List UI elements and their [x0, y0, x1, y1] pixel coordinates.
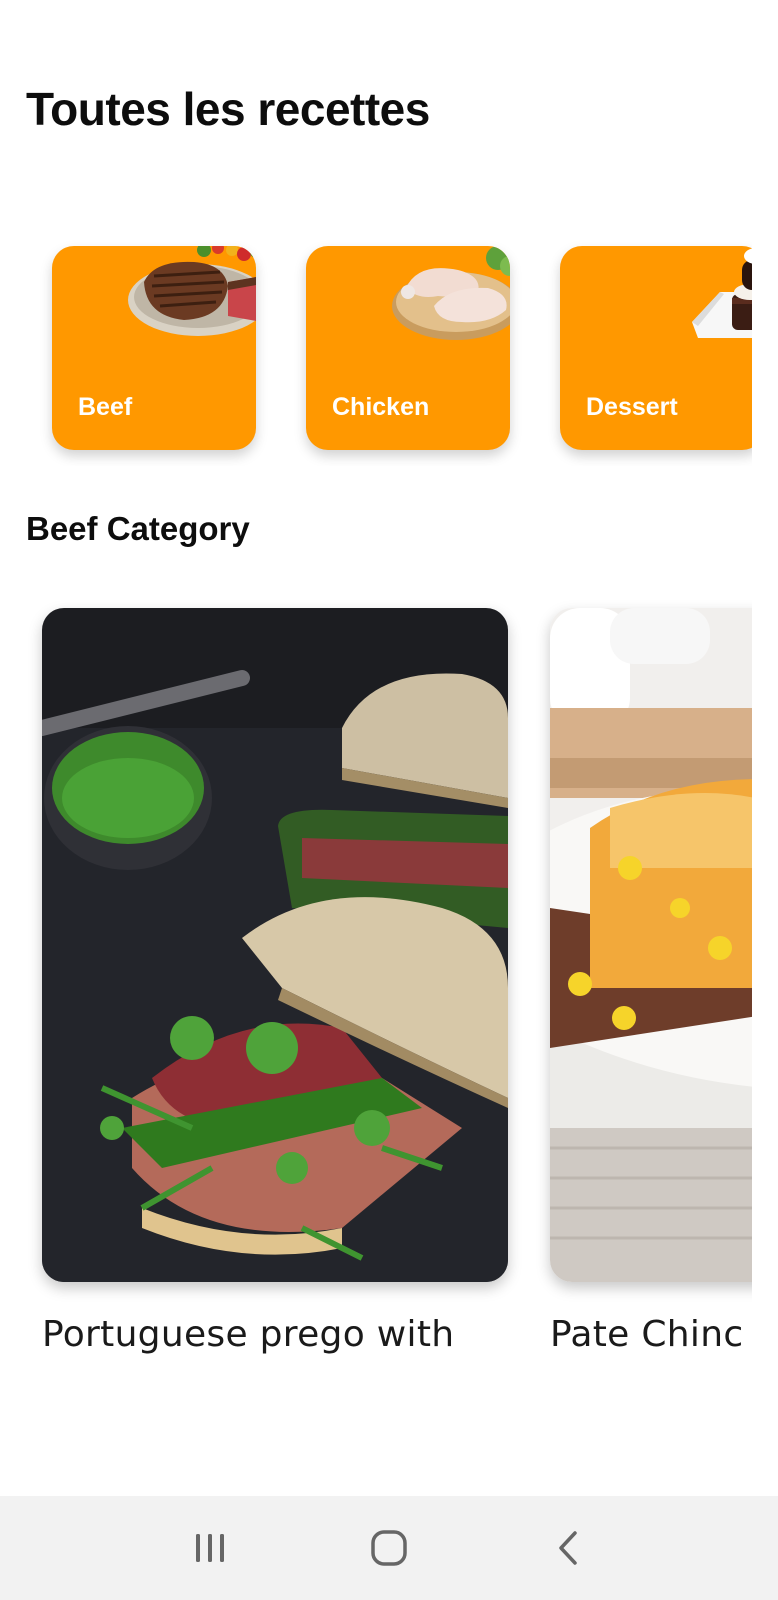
category-card-dessert[interactable]: Dessert — [560, 246, 752, 450]
recent-apps-icon — [195, 1534, 224, 1562]
recipe-title: Pate Chinc — [550, 1314, 744, 1355]
home-button[interactable] — [359, 1518, 419, 1578]
home-icon — [371, 1530, 407, 1566]
section-title: Beef Category — [26, 510, 250, 547]
recipe-title: Portuguese prego with — [42, 1314, 455, 1355]
recipe-carousel[interactable]: Portuguese prego with Pate Chinc — [0, 598, 752, 1358]
category-label: Dessert — [586, 393, 678, 421]
recipe-image-shepherds-pie — [550, 608, 752, 1282]
back-icon — [559, 1531, 578, 1565]
category-card-chicken[interactable]: Chicken — [306, 246, 510, 450]
category-label: Beef — [78, 393, 133, 421]
category-carousel[interactable]: Beef Chicken Dessert — [0, 236, 752, 466]
recipe-image-steak-sandwich — [42, 608, 508, 1282]
beef-category-image — [128, 246, 256, 336]
page-title: Toutes les recettes — [26, 83, 430, 135]
recipe-card[interactable]: Portuguese prego with — [42, 608, 508, 1355]
dessert-category-image — [692, 248, 752, 338]
back-button[interactable] — [538, 1518, 598, 1578]
category-card-beef[interactable]: Beef — [52, 246, 256, 450]
system-navigation-bar — [0, 1496, 778, 1600]
chicken-category-image — [392, 246, 510, 340]
category-label: Chicken — [332, 393, 430, 421]
recent-apps-button[interactable] — [180, 1518, 240, 1578]
recipe-card[interactable]: Pate Chinc — [550, 608, 752, 1355]
